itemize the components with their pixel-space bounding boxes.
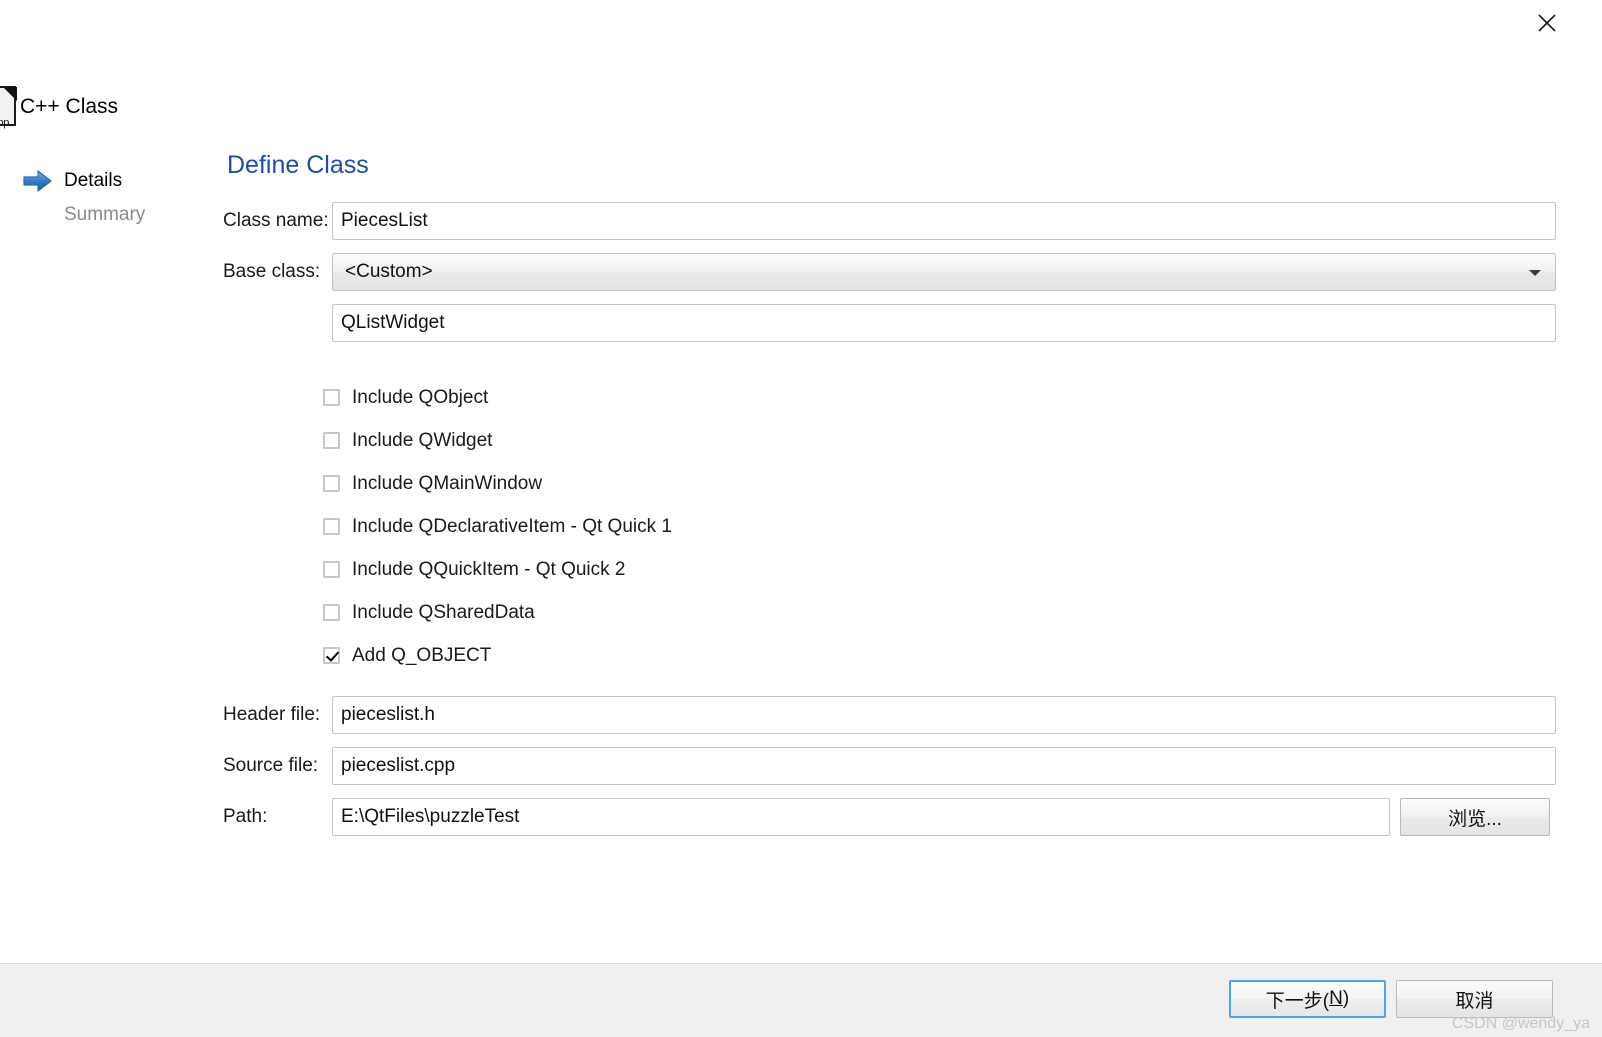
checkbox-include-qobject[interactable] [323, 389, 340, 406]
checkbox-add-q-object-label: Add Q_OBJECT [352, 644, 492, 666]
checkbox-row-include-qobject[interactable]: Include QObject [323, 376, 1023, 419]
field-row-path: Path: E:\QtFiles\puzzleTest [210, 798, 1580, 836]
wizard-header: h/cpp C++ Class [0, 86, 119, 129]
field-row-source-file: Source file: pieceslist.cpp [210, 747, 1580, 785]
checkbox-include-qdeclarativeitem[interactable] [323, 518, 340, 535]
watermark: CSDN @wendy_ya [1451, 1015, 1590, 1032]
wizard-title: C++ Class [20, 95, 119, 118]
chevron-down-icon [1529, 270, 1541, 276]
checkbox-row-include-qdeclarativeitem[interactable]: Include QDeclarativeItem - Qt Quick 1 [323, 505, 1023, 548]
source-file-label: Source file: [223, 755, 319, 776]
checkbox-include-qquickitem[interactable] [323, 561, 340, 578]
checkbox-row-include-qshareddata[interactable]: Include QSharedData [323, 591, 1023, 634]
cpp-file-icon: h/cpp [0, 86, 18, 129]
field-row-custom-base-class: QListWidget [210, 304, 1580, 342]
blue-arrow-icon [22, 168, 56, 194]
field-row-class-name: Class name: PiecesList [210, 202, 1580, 240]
checkbox-include-qshareddata[interactable] [323, 604, 340, 621]
checkbox-row-add-q-object[interactable]: Add Q_OBJECT [323, 634, 1023, 677]
source-file-input[interactable]: pieceslist.cpp [332, 747, 1556, 785]
base-class-select[interactable]: <Custom> [332, 253, 1556, 291]
checkbox-include-qwidget-label: Include QWidget [352, 429, 493, 451]
checkbox-include-qmainwindow-label: Include QMainWindow [352, 472, 543, 494]
cancel-button[interactable]: 取消 [1396, 980, 1553, 1018]
class-name-input[interactable]: PiecesList [332, 202, 1556, 240]
next-button-prefix: 下一步( [1265, 990, 1330, 1012]
path-input[interactable]: E:\QtFiles\puzzleTest [332, 798, 1390, 836]
cpp-class-wizard-dialog: h/cpp C++ Class [0, 0, 1602, 1037]
checkbox-add-q-object[interactable] [323, 647, 340, 664]
title-bar [0, 0, 1602, 46]
cpp-file-icon-label: h/cpp [0, 117, 9, 129]
checkbox-row-include-qmainwindow[interactable]: Include QMainWindow [323, 462, 1023, 505]
sidebar-item-summary[interactable]: Summary [0, 198, 210, 232]
header-file-input[interactable]: pieceslist.h [332, 696, 1556, 734]
base-class-selected-value: <Custom> [345, 261, 433, 282]
sidebar-item-summary-label: Summary [64, 204, 146, 225]
header-file-label: Header file: [223, 704, 321, 725]
wizard-sidebar: h/cpp C++ Class [0, 46, 210, 963]
close-icon[interactable] [1530, 6, 1564, 40]
custom-base-class-input[interactable]: QListWidget [332, 304, 1556, 342]
sidebar-item-details[interactable]: Details [0, 164, 210, 198]
field-row-header-file: Header file: pieceslist.h [210, 696, 1580, 734]
checkbox-include-qshareddata-label: Include QSharedData [352, 601, 535, 623]
checkbox-include-qdeclarativeitem-label: Include QDeclarativeItem - Qt Quick 1 [352, 515, 672, 537]
checkbox-include-qquickitem-label: Include QQuickItem - Qt Quick 2 [352, 558, 626, 580]
dialog-footer: 下一步(N) 取消 CSDN @wendy_ya [0, 963, 1602, 1037]
browse-button[interactable]: 浏览... [1400, 798, 1550, 836]
checkbox-include-qobject-label: Include QObject [352, 386, 489, 408]
base-class-label: Base class: [223, 261, 321, 282]
checkbox-row-include-qwidget[interactable]: Include QWidget [323, 419, 1023, 462]
next-button-mnemonic: N [1329, 988, 1343, 1009]
checkbox-include-qmainwindow[interactable] [323, 475, 340, 492]
wizard-nav-list: Details Summary [0, 164, 210, 232]
wizard-main-panel: Define Class Class name: PiecesList Base… [210, 46, 1602, 963]
checkbox-include-qwidget[interactable] [323, 432, 340, 449]
class-name-label: Class name: [223, 210, 329, 231]
next-button[interactable]: 下一步(N) [1229, 980, 1386, 1018]
field-row-base-class: Base class: <Custom> [210, 253, 1580, 291]
path-label: Path: [223, 806, 268, 827]
include-options-group: Include QObject Include QWidget Include … [323, 376, 1023, 677]
checkbox-row-include-qquickitem[interactable]: Include QQuickItem - Qt Quick 2 [323, 548, 1023, 591]
sidebar-item-details-label: Details [64, 170, 123, 191]
page-title: Define Class [227, 151, 369, 179]
next-button-suffix: ) [1342, 988, 1350, 1009]
